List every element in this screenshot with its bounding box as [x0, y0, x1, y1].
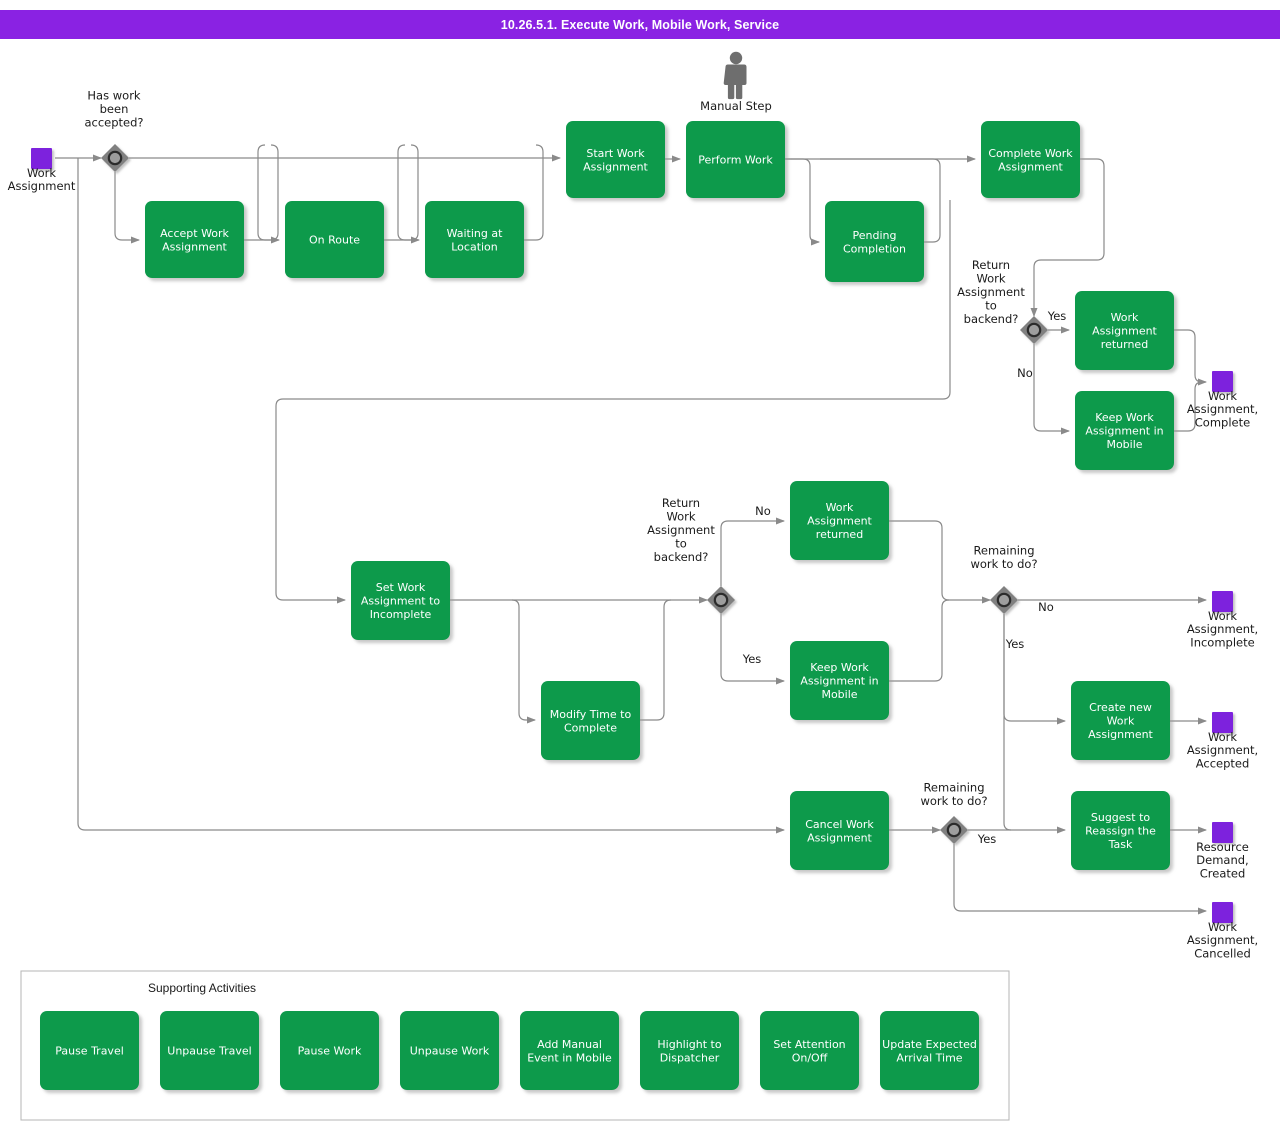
- flow-connector: [1033, 344, 1070, 435]
- svg-text:ReturnWorkAssignmenttobackend?: Return Work Assignment to backend?: [647, 496, 715, 564]
- task-t_cancel_wa[interactable]: Cancel Work Assignment: [790, 791, 889, 870]
- edge-label-lbl_yes_mid: Yes: [742, 652, 762, 666]
- person-body-icon: [723, 64, 747, 100]
- supporting-activity-sa_unpause_travel[interactable]: Unpause Travel: [160, 1011, 259, 1090]
- gateway-gw_remaining_mid[interactable]: [990, 586, 1018, 614]
- gateway-marker-icon: [713, 592, 729, 608]
- gateway-gw_return_backend_mid[interactable]: [707, 586, 735, 614]
- svg-text:Cancel WorkAssignment: Cancel Work Assignment: [805, 818, 874, 845]
- supporting-activities-title: Supporting Activities: [148, 981, 256, 995]
- svg-text:Pause Travel: Pause Travel: [55, 1045, 124, 1058]
- flow-connector: [244, 144, 279, 241]
- gateway-gw_accepted[interactable]: [101, 144, 129, 172]
- svg-text:Remainingwork to do?: Remaining work to do?: [970, 543, 1037, 571]
- gateway-marker-icon: [1026, 322, 1042, 338]
- supporting-activity-sa_unpause_work[interactable]: Unpause Work: [400, 1011, 499, 1090]
- gateway-marker-icon: [946, 822, 962, 838]
- edge-label-lbl_yes_top: Yes: [1047, 309, 1067, 323]
- process-flow-diagram: Supporting Activities Pause Travel Unpause…: [8, 51, 1258, 1121]
- edge-label-lbl_no_top: No: [1017, 366, 1033, 380]
- supporting-activity-sa_pause_travel[interactable]: Pause Travel: [40, 1011, 139, 1090]
- task-nodes: Accept Work Assignment On Route Waiting at L…: [145, 121, 1174, 870]
- svg-text:ResourceDemand,Created: Resource Demand, Created: [1196, 840, 1249, 880]
- supporting-activity-sa_pause_work[interactable]: Pause Work: [280, 1011, 379, 1090]
- flow-connector: [257, 144, 280, 244]
- flow-connector: [1003, 614, 1066, 725]
- task-t_wa_returned_mid[interactable]: Work Assignment returned: [790, 481, 889, 560]
- flow-connector: [114, 172, 140, 244]
- gateway-gw_return_backend_top[interactable]: [1020, 316, 1048, 344]
- svg-text:On Route: On Route: [309, 234, 360, 247]
- flow-connector: [524, 144, 544, 241]
- manual-step-annotation: [723, 51, 747, 100]
- person-head-icon: [729, 51, 743, 65]
- flow-connector: [397, 144, 420, 244]
- supporting-activity-sa_add_manual_event[interactable]: Add Manual Event in Mobile: [520, 1011, 619, 1090]
- flow-connector: [384, 144, 419, 241]
- supporting-activities-group: Supporting Activities Pause Travel Unpause…: [20, 970, 1010, 1121]
- task-t_perform[interactable]: Perform Work: [686, 121, 785, 198]
- svg-text:WorkAssignment: Work Assignment: [8, 166, 76, 193]
- svg-text:Waiting atLocation: Waiting at Location: [447, 227, 504, 254]
- task-t_suggest_reassign[interactable]: Suggest to Reassign the Task: [1071, 791, 1170, 870]
- svg-text:Complete WorkAssignment: Complete Work Assignment: [988, 147, 1073, 174]
- flow-connector: [720, 614, 785, 685]
- task-t_create_new[interactable]: Create new Work Assignment: [1071, 681, 1170, 760]
- svg-text:WorkAssignment,Complete: Work Assignment, Complete: [1187, 389, 1258, 429]
- edge-label-lbl_no_mid: No: [755, 504, 771, 518]
- flow-connector: [640, 599, 672, 721]
- svg-text:Highlight toDispatcher: Highlight to Dispatcher: [657, 1038, 721, 1065]
- supporting-activity-sa_set_attention[interactable]: Set Attention On/Off: [760, 1011, 859, 1090]
- supporting-activity-sa_update_eta[interactable]: Update Expected Arrival Time: [880, 1011, 979, 1090]
- edge-label-lbl_yes_bottom: Yes: [977, 832, 997, 846]
- svg-text:Pause Work: Pause Work: [298, 1045, 362, 1058]
- task-t_pending[interactable]: Pending Completion: [825, 201, 924, 282]
- task-t_keep_mobile_top[interactable]: Keep Work Assignment in Mobile: [1075, 391, 1174, 470]
- edge-label-lbl_yes_remaining: Yes: [1005, 637, 1025, 651]
- svg-text:WorkAssignment,Incomplete: Work Assignment, Incomplete: [1187, 609, 1258, 649]
- supporting-activity-sa_highlight_dispatcher[interactable]: Highlight to Dispatcher: [640, 1011, 739, 1090]
- manual-step-label: Manual Step: [700, 99, 772, 113]
- svg-text:Has workbeenaccepted?: Has work been accepted?: [84, 89, 143, 130]
- flow-connector: [511, 599, 536, 724]
- flow-connector: [889, 599, 950, 682]
- svg-text:Accept WorkAssignment: Accept Work Assignment: [160, 227, 229, 254]
- diagram-page: 10.26.5.1. Execute Work, Mobile Work, Se…: [0, 0, 1280, 1130]
- svg-text:Unpause Work: Unpause Work: [410, 1045, 490, 1058]
- task-t_start_wa[interactable]: Start Work Assignment: [566, 121, 665, 198]
- task-t_complete_wa[interactable]: Complete Work Assignment: [981, 121, 1080, 198]
- flow-connector: [785, 158, 820, 246]
- task-t_modify_time[interactable]: Modify Time to Complete: [541, 681, 640, 760]
- gateway-gw_remaining_bottom[interactable]: [940, 816, 968, 844]
- svg-text:ReturnWorkAssignmenttobackend?: Return Work Assignment to backend?: [957, 258, 1025, 326]
- gateway-marker-icon: [107, 150, 123, 166]
- svg-text:WorkAssignment,Cancelled: Work Assignment, Cancelled: [1187, 920, 1258, 960]
- task-t_wa_returned_top[interactable]: Work Assignment returned: [1075, 291, 1174, 370]
- task-t_accept[interactable]: Accept Work Assignment: [145, 201, 244, 278]
- svg-text:Perform Work: Perform Work: [698, 154, 773, 167]
- flow-connector: [1174, 329, 1207, 386]
- gateway-marker-icon: [996, 592, 1012, 608]
- task-t_keep_mobile_mid[interactable]: Keep Work Assignment in Mobile: [790, 641, 889, 720]
- svg-text:WorkAssignment,Accepted: Work Assignment, Accepted: [1187, 730, 1258, 770]
- task-t_waiting[interactable]: Waiting at Location: [425, 201, 524, 278]
- svg-text:Unpause Travel: Unpause Travel: [167, 1045, 251, 1058]
- flow-connector: [720, 517, 785, 586]
- svg-text:Start WorkAssignment: Start Work Assignment: [583, 147, 648, 174]
- task-t_on_route[interactable]: On Route: [285, 201, 384, 278]
- task-t_set_incomplete[interactable]: Set Work Assignment to Incomplete: [351, 561, 450, 640]
- edge-label-lbl_no_remaining: No: [1038, 600, 1054, 614]
- svg-text:Remainingwork to do?: Remaining work to do?: [920, 780, 987, 808]
- svg-text:Add ManualEvent in Mobile: Add Manual Event in Mobile: [527, 1038, 612, 1065]
